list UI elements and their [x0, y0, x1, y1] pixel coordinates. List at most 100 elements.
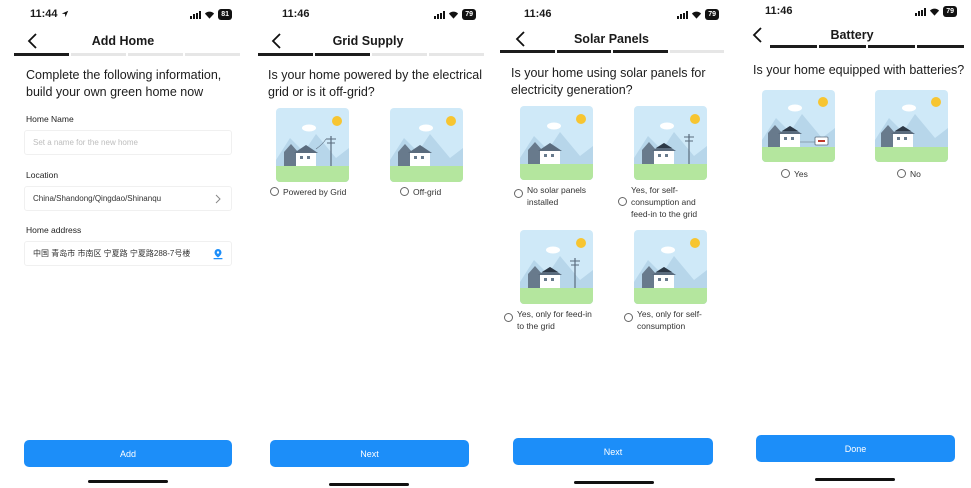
option-off-grid[interactable]: Off-grid	[400, 186, 441, 198]
house-solar-illustration	[634, 230, 707, 304]
status-bar: 11:46 79	[246, 0, 490, 24]
status-bar: 11:46 79	[490, 0, 733, 24]
home-address-input[interactable]: 中国 青岛市 市南区 宁夏路 宁夏路288-7号楼	[24, 241, 232, 266]
option-feedin-only[interactable]: Yes, only for feed-in to the grid	[504, 308, 600, 332]
house-solar-grid-illustration	[634, 106, 707, 180]
page-heading: Complete the following information, buil…	[26, 68, 222, 99]
house-solar-illustration	[875, 90, 948, 162]
battery-icon: 79	[462, 9, 476, 20]
battery-screen: 11:46 79 Battery Is your home equipped w…	[733, 0, 971, 488]
option-battery-yes[interactable]: Yes	[781, 168, 808, 180]
option-label: Yes	[794, 169, 808, 179]
home-name-input[interactable]: Set a name for the new home	[24, 130, 232, 155]
home-address-label: Home address	[26, 225, 82, 235]
option-label: Yes, for self-consumption and feed-in to…	[631, 185, 698, 219]
location-select[interactable]: China/Shandong/Qingdao/Shinanqu	[24, 186, 232, 211]
option-battery-no[interactable]: No	[897, 168, 921, 180]
chevron-right-icon	[215, 194, 221, 204]
no-solar-illustration[interactable]	[520, 106, 593, 180]
add-button[interactable]: Add	[24, 440, 232, 467]
signal-icon	[915, 7, 927, 16]
step-progress	[500, 50, 724, 53]
wifi-icon	[930, 8, 940, 16]
radio-icon[interactable]	[270, 187, 279, 196]
radio-icon[interactable]	[504, 313, 513, 322]
option-label: Yes, only for self-consumption	[637, 309, 702, 331]
done-button[interactable]: Done	[756, 435, 955, 462]
nav-bar: Solar Panels	[490, 29, 733, 51]
nav-bar: Grid Supply	[246, 31, 490, 53]
radio-icon[interactable]	[781, 169, 790, 178]
signal-icon	[434, 10, 446, 19]
radio-icon[interactable]	[897, 169, 906, 178]
option-self-and-feedin[interactable]: Yes, for self-consumption and feed-in to…	[618, 184, 713, 220]
add-home-screen: 11:44 81 Add Home Complete the following…	[0, 0, 246, 488]
solar-panels-screen: 11:46 79 Solar Panels Is your home using…	[490, 0, 733, 488]
page-title: Grid Supply	[332, 34, 404, 48]
battery-icon: 79	[943, 6, 957, 17]
home-name-label: Home Name	[26, 114, 74, 124]
step-progress	[14, 53, 240, 56]
battery-no-illustration[interactable]	[875, 90, 948, 162]
location-pin-icon[interactable]	[212, 248, 224, 260]
home-indicator	[88, 480, 168, 483]
solar-feedin-only-illustration[interactable]	[520, 230, 593, 304]
grid-supply-screen: 11:46 79 Grid Supply Is your home powere…	[246, 0, 490, 488]
off-grid-illustration[interactable]	[390, 108, 463, 182]
status-bar: 11:46 79	[733, 0, 971, 21]
house-solar-battery-illustration	[762, 90, 835, 162]
radio-icon[interactable]	[400, 187, 409, 196]
location-value: China/Shandong/Qingdao/Shinanqu	[33, 194, 162, 203]
page-title: Add Home	[91, 34, 155, 48]
battery-yes-illustration[interactable]	[762, 90, 835, 162]
page-heading: Is your home using solar panels for elec…	[511, 66, 706, 97]
solar-self-only-illustration[interactable]	[634, 230, 707, 304]
next-button[interactable]: Next	[270, 440, 469, 467]
option-self-only[interactable]: Yes, only for self-consumption	[624, 308, 719, 332]
home-indicator	[329, 483, 409, 486]
battery-icon: 81	[218, 9, 232, 20]
signal-icon	[677, 10, 689, 19]
radio-icon[interactable]	[514, 189, 523, 198]
house-grid-illustration	[276, 108, 349, 182]
option-powered-by-grid[interactable]: Powered by Grid	[270, 186, 346, 198]
status-time: 11:46	[282, 8, 310, 20]
step-progress	[770, 45, 964, 48]
location-label: Location	[26, 170, 59, 180]
house-solar-grid-illustration	[520, 230, 593, 304]
battery-icon: 79	[705, 9, 719, 20]
option-label: Yes, only for feed-in to the grid	[517, 309, 592, 331]
home-name-placeholder: Set a name for the new home	[33, 138, 138, 147]
option-label: No	[910, 169, 921, 179]
option-label: No solar panels installed	[527, 185, 587, 207]
page-heading: Is your home equipped with batteries?	[753, 63, 965, 77]
radio-icon[interactable]	[624, 313, 633, 322]
step-progress	[258, 53, 484, 56]
grid-powered-illustration[interactable]	[276, 108, 349, 182]
solar-self-and-feedin-illustration[interactable]	[634, 106, 707, 180]
option-label: Powered by Grid	[283, 187, 347, 197]
signal-icon	[190, 10, 202, 19]
home-indicator	[574, 481, 654, 484]
house-illustration	[390, 108, 463, 182]
home-address-value: 中国 青岛市 市南区 宁夏路 宁夏路288-7号楼	[33, 249, 191, 258]
location-arrow-icon	[61, 10, 69, 18]
home-indicator	[815, 478, 895, 481]
status-time: 11:46	[524, 8, 552, 20]
status-time: 11:46	[765, 5, 793, 17]
house-illustration	[520, 106, 593, 180]
page-title: Battery	[830, 28, 874, 42]
wifi-icon	[205, 11, 215, 19]
next-button[interactable]: Next	[513, 438, 713, 465]
wifi-icon	[449, 11, 459, 19]
nav-bar: Add Home	[0, 31, 246, 53]
nav-bar: Battery	[733, 25, 971, 47]
option-label: Off-grid	[413, 187, 442, 197]
option-no-solar[interactable]: No solar panels installed	[514, 184, 604, 208]
status-bar: 11:44 81	[0, 0, 246, 24]
status-time: 11:44	[30, 8, 58, 20]
page-title: Solar Panels	[573, 32, 650, 46]
radio-icon[interactable]	[618, 197, 627, 206]
page-heading: Is your home powered by the electrical g…	[268, 68, 482, 99]
wifi-icon	[692, 11, 702, 19]
